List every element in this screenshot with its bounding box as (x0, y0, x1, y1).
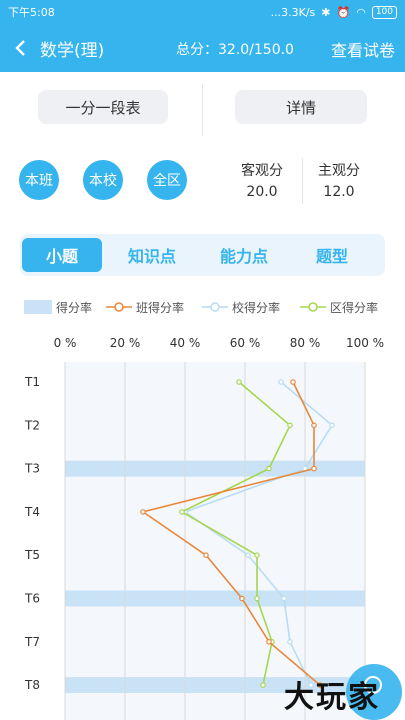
legend-score-rate: 得分率 (24, 297, 92, 317)
x-tick-label: 40 % (170, 336, 201, 350)
one-point-table-button[interactable]: 一分一段表 (38, 90, 168, 124)
data-point (236, 379, 242, 385)
data-point (179, 509, 185, 515)
y-tick-label: T1 (24, 375, 40, 389)
legend-district-rate: 区得分率 (300, 297, 378, 317)
y-tick-label: T4 (24, 505, 40, 519)
details-button[interactable]: 详情 (235, 90, 367, 124)
data-point (260, 682, 266, 688)
y-tick-label: T3 (24, 462, 40, 476)
data-point (311, 465, 317, 472)
data-point (329, 422, 335, 429)
chart-legend: 得分率 班得分率 校得分率 区得分率 (24, 297, 394, 317)
y-tick-label: T6 (24, 592, 40, 606)
legend-school-rate: 校得分率 (202, 297, 280, 317)
data-point (311, 422, 317, 429)
data-point (203, 552, 209, 559)
x-tick-label: 20 % (110, 336, 141, 350)
legend-bar-swatch (24, 300, 52, 314)
data-point (278, 379, 284, 385)
data-point (245, 552, 251, 559)
bluetooth-icon: ✱ (321, 5, 331, 19)
battery-icon: 100 (371, 5, 397, 19)
legend-line-swatch (106, 302, 132, 312)
data-point (287, 422, 293, 429)
watermark-logo: 大玩家 (284, 680, 380, 715)
tab-ability-points[interactable]: 能力点 (204, 238, 284, 272)
y-tick-label: T2 (24, 418, 40, 432)
data-point (254, 595, 260, 602)
chevron-left-icon (15, 40, 25, 56)
data-point (140, 509, 146, 515)
subjective-score-value: 12.0 (323, 184, 355, 200)
data-point (254, 552, 260, 559)
x-tick-label: 100 % (346, 336, 384, 350)
x-tick-label: 0 % (54, 336, 77, 350)
tab-bar: 小题 知识点 能力点 题型 (20, 234, 385, 276)
legend-line-swatch (300, 302, 326, 312)
status-time: 下午5:08 (8, 6, 55, 19)
objective-score-value: 20.0 (246, 184, 278, 200)
wifi-icon: ◠ (356, 5, 366, 19)
back-button[interactable] (0, 24, 40, 72)
legend-label: 得分率 (56, 300, 93, 315)
scope-class-button[interactable]: 本班 (19, 160, 59, 200)
x-tick-label: 60 % (230, 336, 261, 350)
data-point (281, 595, 287, 602)
data-point (266, 465, 272, 472)
bar (65, 460, 365, 477)
legend-label: 班得分率 (136, 300, 185, 315)
legend-line-swatch (202, 302, 228, 312)
tab-question-types[interactable]: 题型 (292, 238, 372, 272)
data-point (290, 379, 296, 385)
y-tick-label: T7 (24, 635, 40, 649)
score-rate-chart: 0 % 20 % 40 % 60 % 80 % 100 % T1 T2 T3 T4 T5 T6 T7 T8 (24, 336, 384, 720)
tab-knowledge-points[interactable]: 知识点 (112, 238, 192, 272)
divider (202, 84, 203, 136)
y-tick-label: T8 (24, 678, 40, 692)
network-speed: ...3.3K/s (270, 5, 316, 19)
objective-score-label: 客观分 (241, 163, 283, 179)
data-point (287, 638, 293, 645)
page-title: 数学(理) (40, 40, 105, 61)
app-header: 数学(理) 总分：32.0/150.0 查看试卷 (0, 24, 405, 72)
x-tick-label: 80 % (290, 336, 321, 350)
legend-label: 校得分率 (232, 300, 281, 315)
alarm-icon: ⏰ (336, 5, 351, 19)
legend-label: 区得分率 (330, 300, 379, 315)
legend-class-rate: 班得分率 (106, 297, 184, 317)
view-paper-button[interactable]: 查看试卷 (331, 37, 395, 61)
divider (302, 158, 303, 204)
subjective-score-label: 主观分 (318, 163, 360, 179)
status-bar: 下午5:08 ...3.3K/s ✱ ⏰ ◠ 100 (0, 0, 405, 24)
tab-questions[interactable]: 小题 (22, 238, 102, 272)
scope-school-button[interactable]: 本校 (83, 160, 123, 200)
data-point (239, 595, 245, 602)
scope-district-button[interactable]: 全区 (147, 160, 187, 200)
y-tick-label: T5 (24, 548, 40, 562)
total-score: 总分：32.0/150.0 (176, 42, 294, 58)
data-point (266, 638, 272, 645)
bar (65, 590, 365, 607)
